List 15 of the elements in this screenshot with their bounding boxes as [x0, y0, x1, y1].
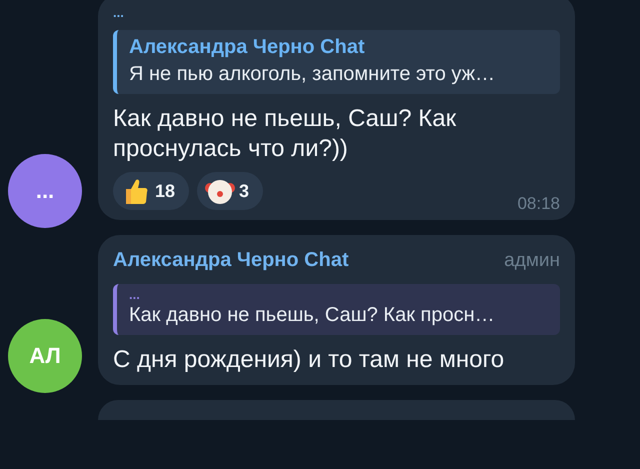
reply-text: Я не пью алкоголь, запомните это уж…	[129, 63, 496, 86]
role-label: админ	[504, 250, 560, 272]
message-text: С дня рождения) и то там не много	[113, 345, 506, 375]
reply-quote[interactable]: ... Как давно не пьешь, Саш? Как просн…	[113, 284, 560, 335]
sender-name[interactable]: ...	[113, 8, 124, 18]
message-time: 08:18	[517, 194, 560, 214]
avatar[interactable]: ...	[8, 154, 82, 228]
reply-text: Как давно не пьешь, Саш? Как просн…	[129, 304, 496, 327]
reply-author: Александра Черно Chat	[129, 36, 366, 59]
reply-author: ...	[129, 290, 141, 300]
reaction-chip[interactable]: 3	[197, 172, 264, 210]
reply-quote[interactable]: Александра Черно Chat Я не пью алкоголь, запомните это уж…	[113, 30, 560, 94]
message-text: Как давно не пьешь, Саш? Как проснулась что ли?))	[113, 104, 458, 164]
sender-name[interactable]: Александра Черно Chat	[113, 249, 349, 272]
reaction-chip[interactable]: 18	[113, 172, 190, 210]
